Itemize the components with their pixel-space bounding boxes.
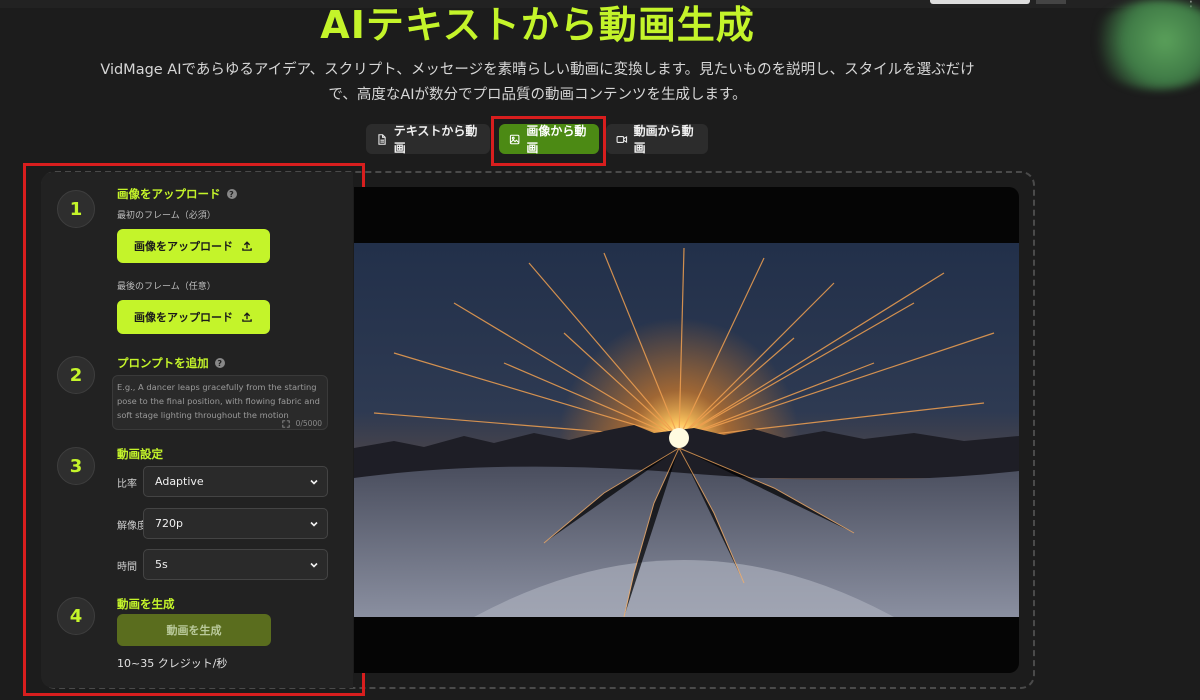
tab-label: テキストから動画: [393, 124, 478, 155]
page-subtitle: VidMage AIであらゆるアイデア、スクリプト、メッセージを素晴らしい動画に…: [90, 58, 985, 108]
subtitle-line: で、高度なAIが数分でプロ品質の動画コンテンツを生成します。: [328, 87, 747, 103]
highlight-box-tab: [491, 116, 606, 166]
preview-image: [354, 243, 1019, 617]
document-icon: [378, 133, 386, 145]
highlight-box-panel: [23, 163, 365, 696]
page-title: AIテキストから動画生成: [320, 3, 755, 47]
video-camera-icon: [616, 135, 628, 143]
tab-label: 動画から動画: [633, 124, 694, 155]
video-preview: [354, 187, 1019, 673]
tab-text-to-video[interactable]: テキストから動画: [366, 124, 490, 155]
tab-video-to-video[interactable]: 動画から動画: [606, 124, 708, 155]
subtitle-line: VidMage AIであらゆるアイデア、スクリプト、メッセージを素晴らしい動画に…: [100, 62, 975, 78]
decorative-glow: [1088, 0, 1200, 90]
